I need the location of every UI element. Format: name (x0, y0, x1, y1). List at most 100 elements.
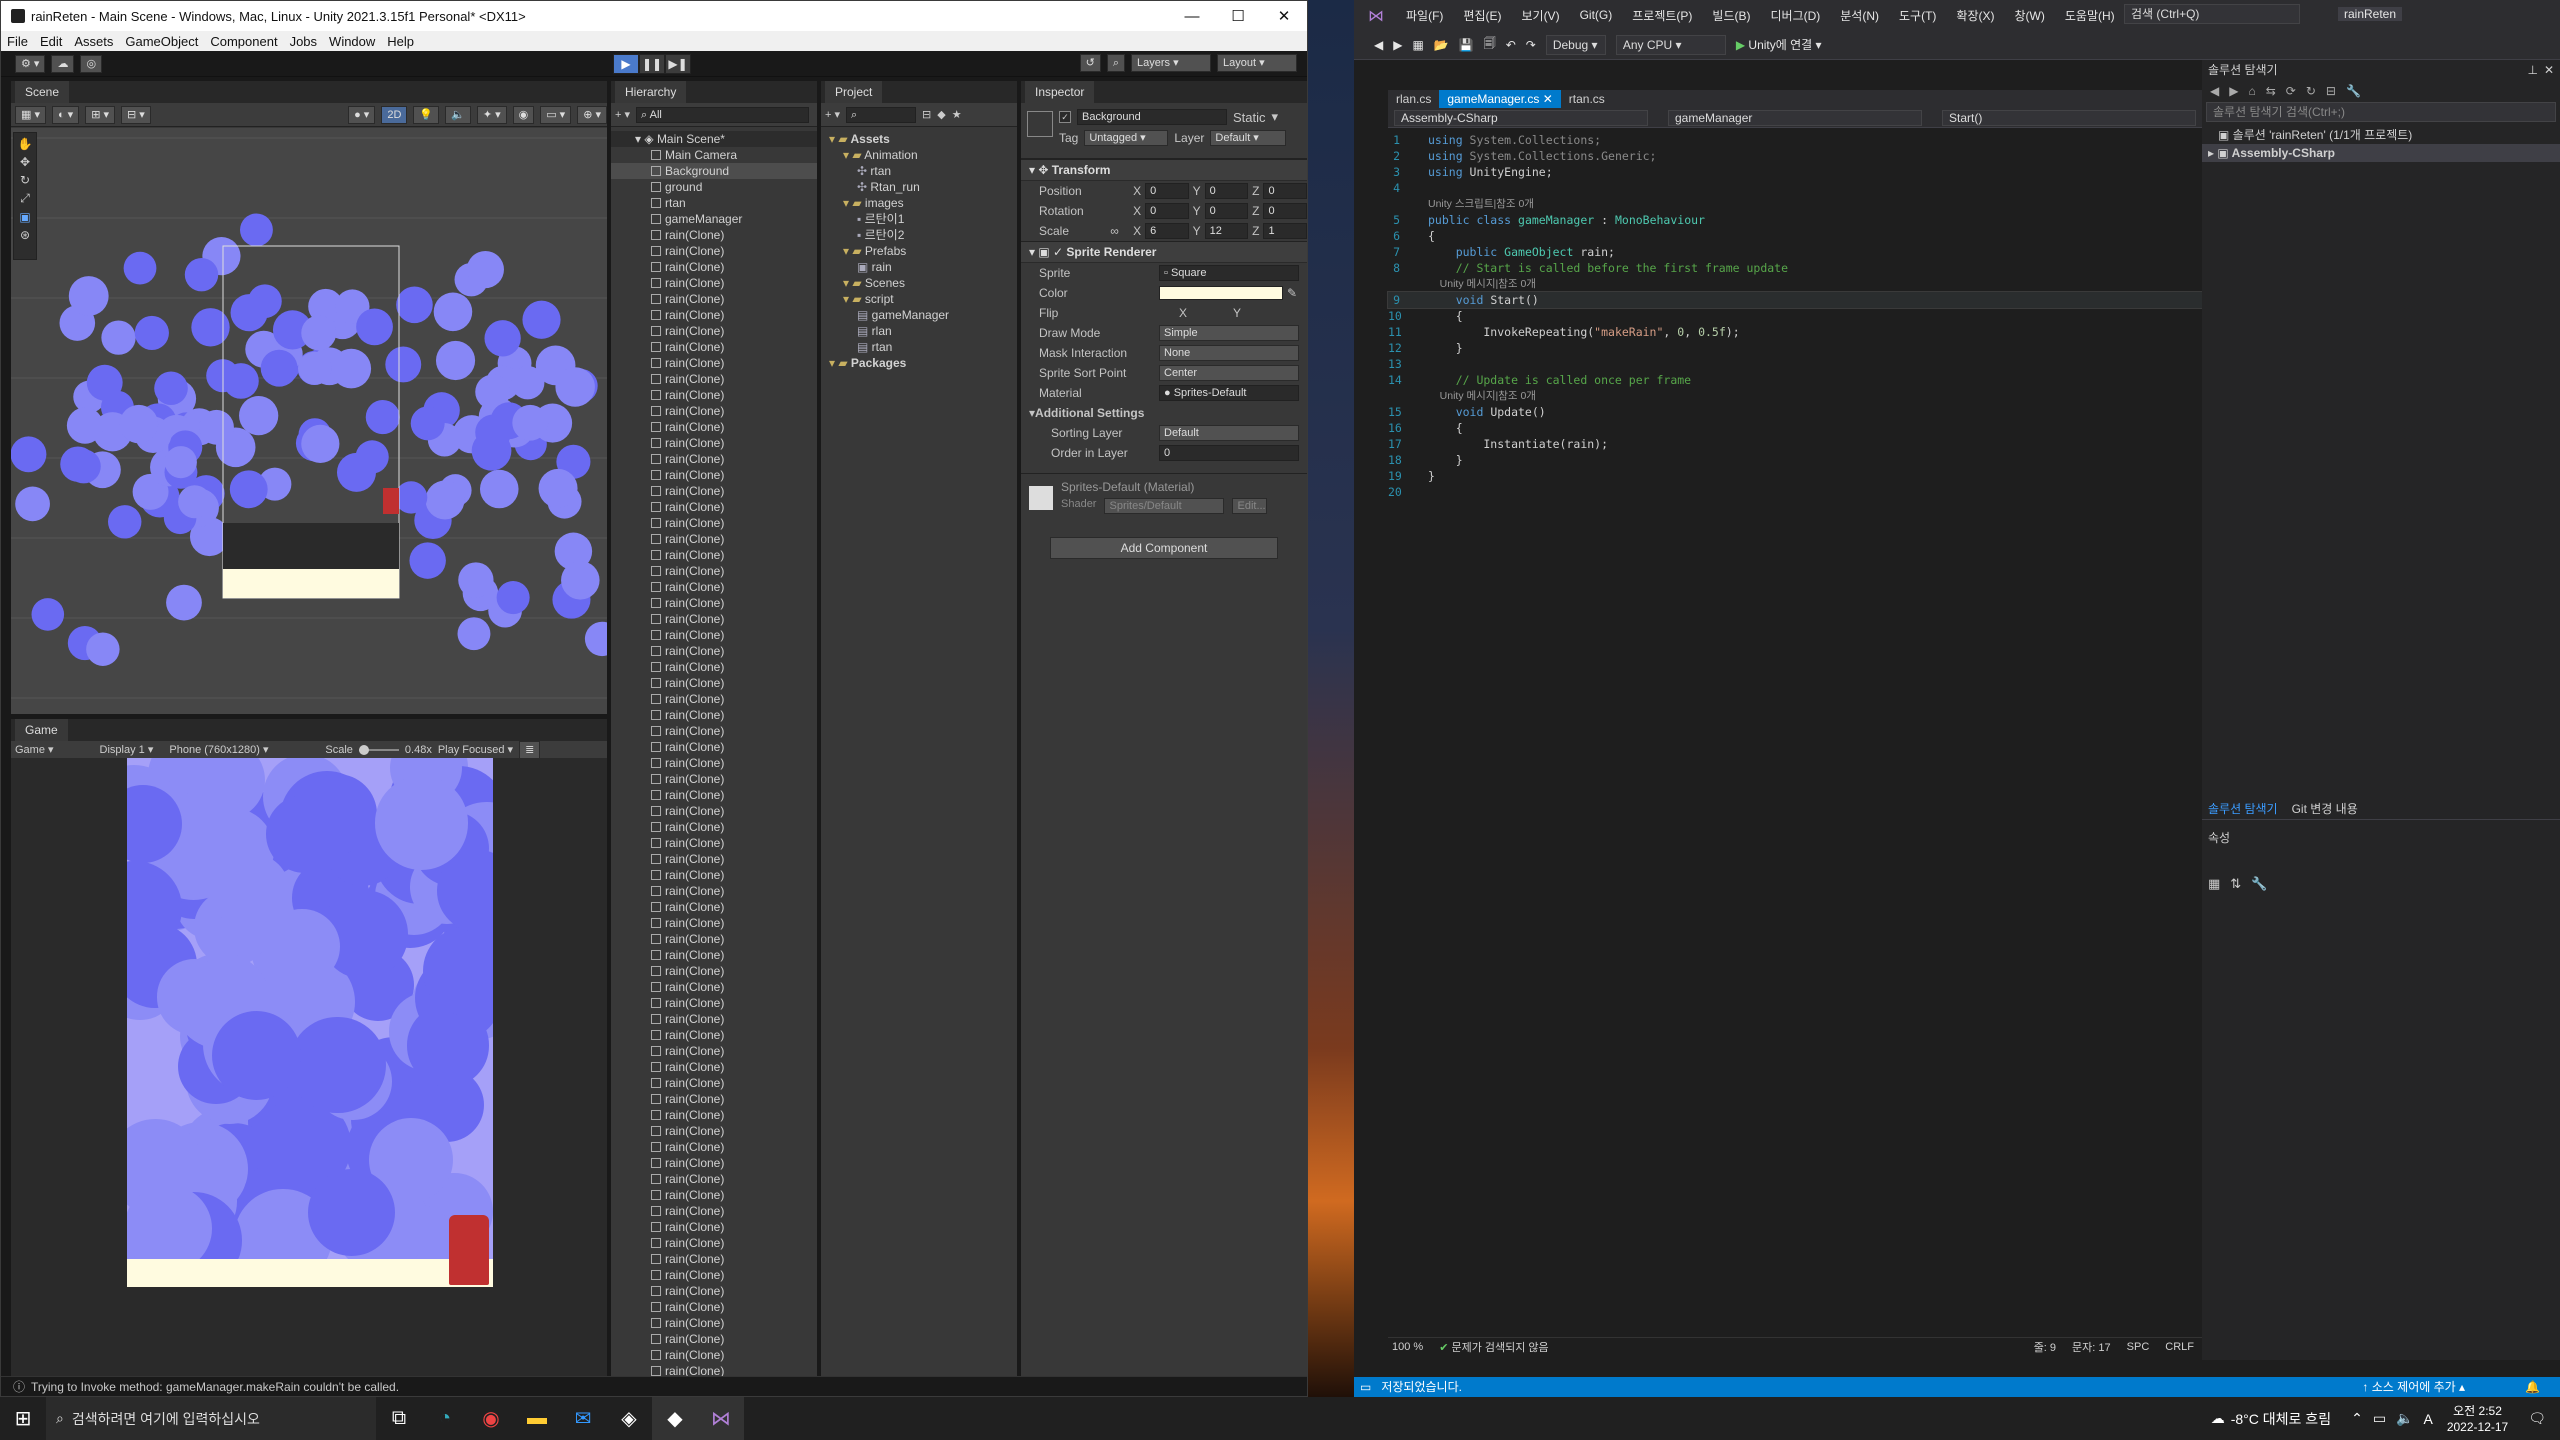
hierarchy-item-clone[interactable]: rain(Clone) (611, 1251, 817, 1267)
vs-menu-item[interactable]: 도움말(H) (2065, 7, 2115, 24)
hierarchy-item-clone[interactable]: rain(Clone) (611, 819, 817, 835)
tab-project[interactable]: Project (825, 81, 883, 103)
maximize-button[interactable]: ☐ (1215, 7, 1261, 25)
hierarchy-item-clone[interactable]: rain(Clone) (611, 435, 817, 451)
hierarchy-item-clone[interactable]: rain(Clone) (611, 243, 817, 259)
layout-dropdown[interactable]: Layout ▾ (1217, 54, 1297, 72)
open-icon[interactable]: 📂 (1434, 38, 1449, 52)
hierarchy-item-clone[interactable]: rain(Clone) (611, 739, 817, 755)
menu-item-window[interactable]: Window (329, 34, 375, 49)
menu-item-help[interactable]: Help (387, 34, 414, 49)
hierarchy-item-clone[interactable]: rain(Clone) (611, 963, 817, 979)
hierarchy-item-clone[interactable]: rain(Clone) (611, 531, 817, 547)
tab-scene[interactable]: Scene (15, 81, 70, 103)
vs-menu-item[interactable]: 빌드(B) (1712, 7, 1750, 24)
add-component-button[interactable]: Add Component (1050, 537, 1278, 559)
console-message[interactable]: Trying to Invoke method: gameManager.mak… (31, 1380, 399, 1394)
search-icon[interactable]: ⌕ (1106, 54, 1125, 72)
solution-close-icon[interactable]: ✕ (2544, 60, 2554, 80)
toggle-2d-button[interactable]: 2D (381, 105, 408, 124)
network-icon[interactable]: ▭ (2373, 1410, 2386, 1427)
taskbar-search[interactable]: ⌕ 검색하려면 여기에 입력하십시오 (46, 1397, 376, 1440)
shader-dropdown[interactable]: Sprites/Default (1104, 498, 1225, 514)
codelens-reference[interactable]: Unity 메시지|참조 0개 (1428, 388, 1536, 404)
increment-snap-button[interactable]: ⊟ ▾ (121, 105, 151, 124)
run-button[interactable]: ▶ Unity에 연결 ▾ (1736, 36, 1822, 53)
project-create-button[interactable]: + ▾ (825, 108, 840, 121)
hierarchy-item-clone[interactable]: rain(Clone) (611, 451, 817, 467)
project-item[interactable]: ▾ ▰ Scenes (821, 275, 1017, 291)
hand-tool-icon[interactable]: ✋ (18, 137, 33, 151)
vs-menu-item[interactable]: 디버그(D) (1770, 7, 1820, 24)
hierarchy-item-clone[interactable]: rain(Clone) (611, 1091, 817, 1107)
hierarchy-item-clone[interactable]: rain(Clone) (611, 1027, 817, 1043)
menu-item-assets[interactable]: Assets (74, 34, 113, 49)
issues-indicator[interactable]: ✔ 문제가 검색되지 않음 (1439, 1339, 1548, 1355)
sprite-renderer-header[interactable]: ▾ ▣ ✓ Sprite Renderer (1021, 241, 1307, 263)
forward-icon[interactable]: ▶ (1393, 38, 1402, 52)
hierarchy-item-clone[interactable]: rain(Clone) (611, 371, 817, 387)
project-item[interactable]: ▤ rlan (821, 323, 1017, 339)
project-item[interactable]: ▾ ▰ script (821, 291, 1017, 307)
hierarchy-item-clone[interactable]: rain(Clone) (611, 675, 817, 691)
hierarchy-item-clone[interactable]: rain(Clone) (611, 307, 817, 323)
vs-search[interactable]: 검색 (Ctrl+Q) (2124, 4, 2300, 24)
minimize-button[interactable]: — (1169, 8, 1215, 25)
hierarchy-item-clone[interactable]: rain(Clone) (611, 275, 817, 291)
categorized-icon[interactable]: ▦ (2208, 876, 2220, 892)
rotate-tool-icon[interactable]: ↻ (20, 173, 30, 187)
home-icon[interactable]: ⌂ (2248, 84, 2255, 98)
vs-menu-item[interactable]: 분석(N) (1840, 7, 1879, 24)
menu-item-file[interactable]: File (7, 34, 28, 49)
undo-icon[interactable]: ↶ (1506, 38, 1516, 52)
scale-tool-icon[interactable]: ⤢ (20, 191, 30, 206)
sort-point-dropdown[interactable]: Center (1159, 365, 1299, 381)
hierarchy-item-clone[interactable]: rain(Clone) (611, 563, 817, 579)
tab-inspector[interactable]: Inspector (1025, 81, 1095, 103)
hierarchy-item-clone[interactable]: rain(Clone) (611, 659, 817, 675)
hierarchy-item-clone[interactable]: rain(Clone) (611, 323, 817, 339)
hierarchy-item-clone[interactable]: rain(Clone) (611, 899, 817, 915)
filter-label-icon[interactable]: ◆ (937, 108, 945, 121)
hierarchy-item[interactable]: Main Camera (611, 147, 817, 163)
hierarchy-item[interactable]: Background (611, 163, 817, 179)
static-dropdown[interactable]: ▾ (1272, 109, 1279, 125)
menu-item-component[interactable]: Component (210, 34, 277, 49)
hierarchy-item-clone[interactable]: rain(Clone) (611, 1155, 817, 1171)
hierarchy-item-clone[interactable]: rain(Clone) (611, 579, 817, 595)
order-field[interactable]: 0 (1159, 445, 1299, 461)
position-x-field[interactable]: 0 (1145, 183, 1189, 199)
hierarchy-item-clone[interactable]: rain(Clone) (611, 1283, 817, 1299)
hierarchy-item-clone[interactable]: rain(Clone) (611, 867, 817, 883)
sol-back-icon[interactable]: ◀ (2210, 84, 2219, 98)
hierarchy-item-clone[interactable]: rain(Clone) (611, 915, 817, 931)
hierarchy-item-clone[interactable]: rain(Clone) (611, 1347, 817, 1363)
project-search[interactable]: ⌕ (846, 106, 917, 123)
ground-rect[interactable] (223, 523, 399, 569)
platform-dropdown[interactable]: Any CPU ▾ (1615, 34, 1726, 55)
close-button[interactable]: ✕ (1261, 7, 1307, 25)
hierarchy-item-clone[interactable]: rain(Clone) (611, 835, 817, 851)
hierarchy-item-clone[interactable]: rain(Clone) (611, 355, 817, 371)
hierarchy-item-clone[interactable]: rain(Clone) (611, 1219, 817, 1235)
gizmo-tools-dropdown[interactable]: ▦ ▾ (15, 105, 46, 124)
hierarchy-item-clone[interactable]: rain(Clone) (611, 291, 817, 307)
hierarchy-item-clone[interactable]: rain(Clone) (611, 1171, 817, 1187)
hierarchy-item-clone[interactable]: rain(Clone) (611, 1011, 817, 1027)
task-view-icon[interactable]: ⧉ (376, 1397, 422, 1440)
hierarchy-item-clone[interactable]: rain(Clone) (611, 803, 817, 819)
rotation-z-field[interactable]: 0 (1263, 203, 1307, 219)
layers-dropdown[interactable]: Layers ▾ (1131, 54, 1211, 72)
flip-x-checkbox[interactable]: X (1179, 303, 1187, 323)
hierarchy-item-clone[interactable]: rain(Clone) (611, 643, 817, 659)
shader-edit-button[interactable]: Edit... (1232, 498, 1267, 514)
draw-mode-dropdown[interactable]: ◐ ▾ (51, 105, 80, 124)
hierarchy-item-clone[interactable]: rain(Clone) (611, 851, 817, 867)
codelens-reference[interactable]: Unity 메시지|참조 0개 (1428, 276, 1536, 292)
file-explorer-icon[interactable]: ▬ (514, 1397, 560, 1440)
project-item[interactable]: ▾ ▰ Assets (821, 131, 1017, 147)
mail-icon[interactable]: ✉ (560, 1397, 606, 1440)
constrain-proportions-icon[interactable]: ∞ (1110, 221, 1129, 241)
edge-icon[interactable]: ◔ (422, 1397, 468, 1440)
hierarchy-item-clone[interactable]: rain(Clone) (611, 1299, 817, 1315)
